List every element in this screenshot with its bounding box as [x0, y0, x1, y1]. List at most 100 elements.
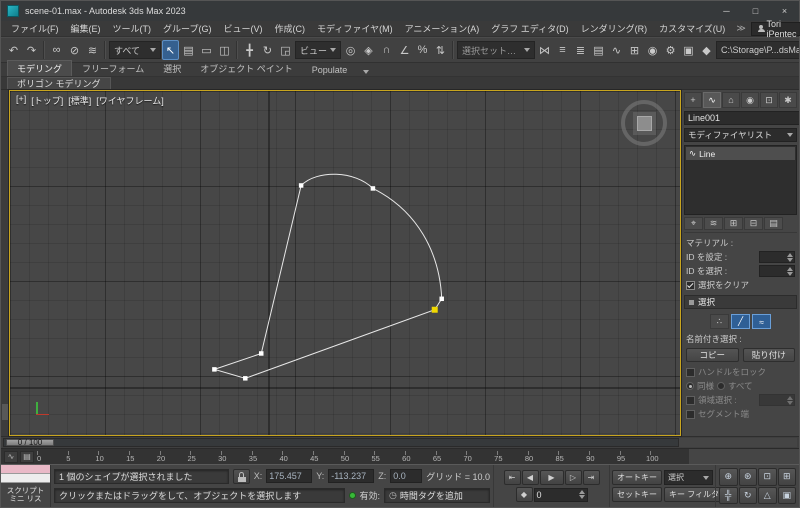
zoom-all-icon[interactable]: ⊛ — [738, 468, 757, 486]
pin-stack-icon[interactable]: ⌖ — [684, 217, 703, 230]
copy-button[interactable]: コピー — [686, 348, 739, 362]
menu-item[interactable]: カスタマイズ(U) — [653, 21, 731, 36]
time-slider-handle[interactable]: 0 / 100 — [6, 438, 54, 447]
spinner-down-icon[interactable] — [578, 495, 585, 499]
pan-icon[interactable]: ╬ — [719, 486, 738, 504]
spline-path[interactable] — [212, 173, 443, 379]
timeline-tick[interactable]: 65 — [433, 449, 467, 464]
clear-selection-checkbox[interactable] — [686, 280, 695, 290]
menu-item[interactable]: 作成(C) — [268, 21, 311, 36]
spline-subobject-icon[interactable]: ≈ — [752, 314, 771, 329]
go-to-start-icon[interactable]: ⇤ — [503, 470, 521, 485]
add-time-tag[interactable]: ◷ 時間タグを追加 — [384, 487, 490, 503]
spinner-up-icon[interactable] — [787, 252, 793, 257]
utilities-tab-icon[interactable]: ✱ — [779, 92, 797, 108]
maxscript-mini-listener[interactable]: スクリプト ミニ リス — [1, 465, 51, 507]
select-id-field[interactable] — [759, 265, 795, 277]
bind-to-space-warp-icon[interactable]: ≋ — [84, 40, 101, 60]
select-object-icon[interactable]: ↖ — [162, 40, 179, 60]
show-end-result-icon[interactable]: ≋ — [704, 217, 723, 230]
menu-item[interactable]: モディファイヤ(M) — [311, 21, 399, 36]
selection-lock-toggle[interactable] — [232, 468, 250, 484]
select-and-rotate-icon[interactable]: ↻ — [259, 40, 276, 60]
material-editor-icon[interactable]: ◉ — [644, 40, 661, 60]
select-and-move-icon[interactable]: ╋ — [241, 40, 258, 60]
timeline-tick[interactable]: 15 — [126, 449, 160, 464]
zoom-icon[interactable]: ⊕ — [719, 468, 738, 486]
spline-vertex[interactable] — [243, 376, 248, 381]
spline-first-vertex[interactable] — [431, 306, 438, 313]
ribbon-tab[interactable]: Populate — [303, 64, 357, 76]
set-id-field[interactable] — [759, 251, 795, 263]
timeline-tick[interactable]: 45 — [310, 449, 344, 464]
unlink-selection-icon[interactable]: ⊘ — [66, 40, 83, 60]
spline-vertex[interactable] — [212, 367, 217, 372]
layer-explorer-icon[interactable]: ≣ — [572, 40, 589, 60]
timeline-tick[interactable]: 90 — [586, 449, 620, 464]
spline-vertex[interactable] — [259, 351, 264, 356]
curve-editor-icon[interactable]: ∿ — [608, 40, 625, 60]
hierarchy-tab-icon[interactable]: ⌂ — [722, 92, 740, 108]
spline-vertex[interactable] — [370, 186, 376, 191]
ribbon-expand-icon[interactable] — [363, 70, 370, 74]
snap-toggle-icon[interactable]: ∩ — [378, 40, 395, 60]
next-frame-icon[interactable]: ▷ — [564, 470, 582, 485]
spinner-up-icon[interactable] — [578, 490, 585, 494]
timeline-tick[interactable]: 5 — [66, 449, 99, 464]
adaptive-degradation-toggle[interactable]: 有効: — [349, 489, 380, 502]
viewport-layout-tab[interactable] — [2, 404, 8, 420]
configure-modifier-sets-icon[interactable]: ▤ — [764, 217, 783, 230]
spline-vertex[interactable] — [439, 296, 444, 302]
zoom-extents-icon[interactable]: ⊡ — [758, 468, 777, 486]
field-of-view-icon[interactable]: △ — [758, 486, 777, 504]
viewport-pov-label[interactable]: [トップ] — [31, 94, 63, 107]
rendered-frame-icon[interactable]: ▣ — [680, 40, 697, 60]
spline-shape[interactable] — [10, 91, 680, 435]
timeline-tick[interactable]: 0 — [37, 449, 68, 464]
polygon-modeling-tab[interactable]: ポリゴン モデリング — [7, 77, 111, 89]
modify-tab-icon[interactable]: ∿ — [703, 92, 721, 108]
ribbon-tab[interactable]: モデリング — [7, 60, 73, 76]
timeline-tick[interactable]: 50 — [341, 449, 375, 464]
timeline-tick[interactable]: 75 — [494, 449, 528, 464]
vertex-subobject-icon[interactable]: ∴ — [710, 314, 729, 329]
create-tab-icon[interactable]: + — [684, 92, 702, 108]
spinner-up-icon[interactable] — [787, 395, 793, 400]
time-slider-track[interactable]: 0 / 100 — [3, 438, 679, 447]
current-frame-field[interactable]: 0 — [533, 487, 588, 502]
modifier-stack[interactable]: ∿ Line — [684, 145, 797, 215]
timeline-tick[interactable]: 40 — [279, 449, 313, 464]
viewcube-face[interactable] — [636, 115, 652, 131]
paste-button[interactable]: 貼り付け — [742, 348, 795, 362]
zoom-extents-all-icon[interactable]: ⊞ — [777, 468, 796, 486]
select-and-scale-icon[interactable]: ◲ — [277, 40, 294, 60]
key-mode-toggle-icon[interactable]: ◆ — [515, 487, 533, 502]
ribbon-tab[interactable]: 選択 — [154, 61, 190, 76]
redo-icon[interactable]: ↷ — [23, 40, 40, 60]
selection-set-combo[interactable]: 選択 — [664, 470, 713, 485]
ribbon-tab[interactable]: フリーフォーム — [73, 61, 153, 76]
mirror-icon[interactable]: ⋈ — [536, 40, 553, 60]
segment-subobject-icon[interactable]: ╱ — [731, 314, 750, 329]
spinner-up-icon[interactable] — [787, 266, 793, 271]
timeline-tick[interactable]: 80 — [525, 449, 559, 464]
selection-range-icon[interactable]: ▤ — [20, 450, 34, 463]
align-icon[interactable]: ≡ — [554, 40, 571, 60]
orbit-icon[interactable]: ↻ — [738, 486, 757, 504]
auto-key-button[interactable]: オートキー — [612, 470, 662, 485]
timeline-tick[interactable]: 20 — [157, 449, 191, 464]
menu-overflow-icon[interactable]: ≫ — [731, 23, 750, 34]
named-selection-sets-combo[interactable]: 選択セット作成 — [457, 41, 535, 59]
use-pivot-center-icon[interactable]: ◎ — [342, 40, 359, 60]
timeline-tick[interactable]: 60 — [402, 449, 436, 464]
x-coordinate-field[interactable]: 175.457 — [266, 469, 313, 483]
selection-rollout-header[interactable]: 選択 — [684, 295, 797, 309]
render-setup-icon[interactable]: ⚙ — [662, 40, 679, 60]
spinner-snap-icon[interactable]: ⇅ — [432, 40, 449, 60]
timeline-tick[interactable]: 10 — [95, 449, 129, 464]
area-selection-checkbox[interactable] — [686, 395, 695, 405]
timeline-tick[interactable]: 70 — [463, 449, 497, 464]
timeline-tick[interactable]: 35 — [249, 449, 283, 464]
maximize-viewport-icon[interactable]: ▣ — [777, 486, 796, 504]
spline-vertex[interactable] — [298, 183, 304, 188]
